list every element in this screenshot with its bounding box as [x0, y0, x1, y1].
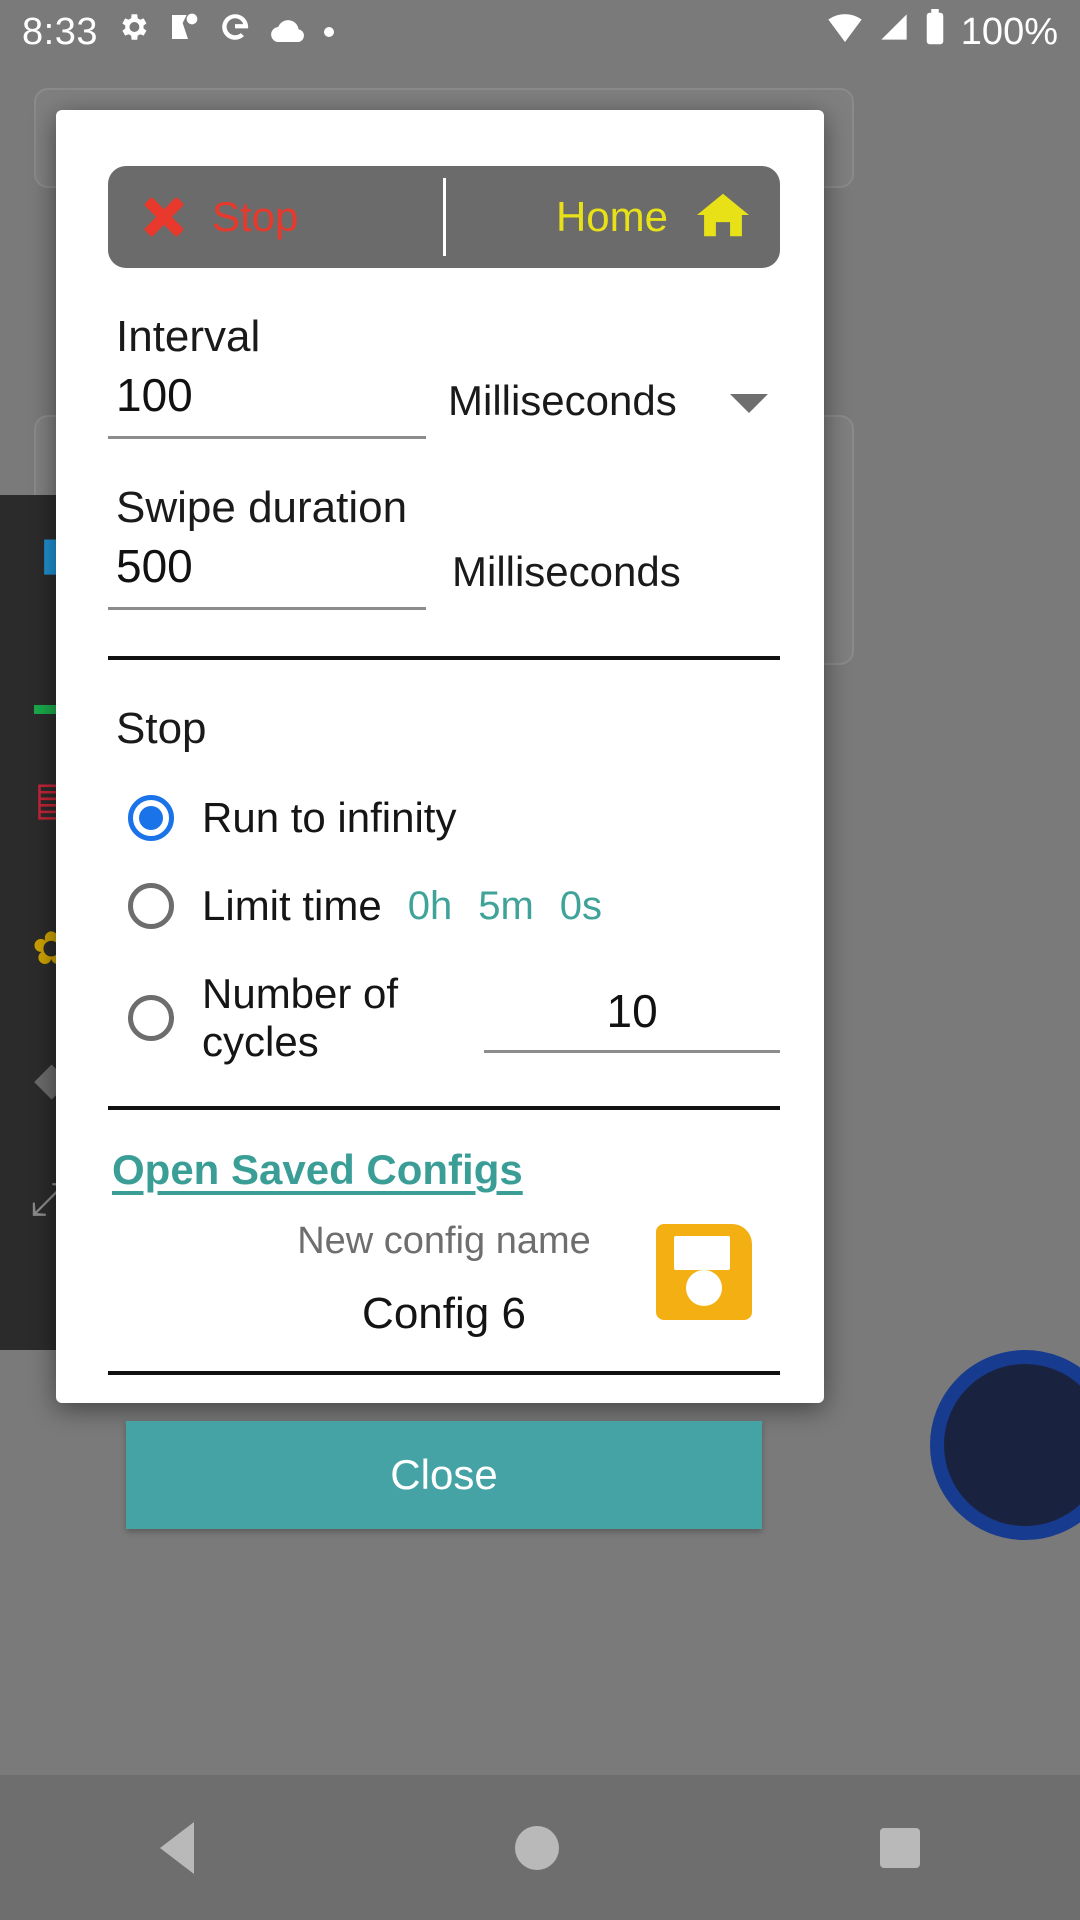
home-icon — [694, 189, 752, 246]
recents-square-icon[interactable] — [879, 1827, 920, 1868]
config-name-block: New config name Config 6 — [108, 1220, 780, 1339]
close-button-wrap: Close — [108, 1375, 780, 1529]
battery-icon — [923, 9, 947, 55]
maps-icon — [168, 10, 200, 54]
status-clock: 8:33 — [22, 10, 98, 53]
radio-label-limit-time: Limit time — [202, 882, 382, 929]
save-floppy-icon[interactable] — [656, 1224, 752, 1320]
swipe-duration-unit-label: Milliseconds — [452, 548, 681, 595]
status-bar: 8:33 100% — [0, 0, 1080, 64]
radio-label-run-to-infinity: Run to infinity — [202, 794, 457, 841]
home-circle-icon[interactable] — [514, 1825, 559, 1870]
cloud-icon — [270, 11, 306, 54]
chevron-down-icon[interactable] — [730, 394, 768, 413]
swipe-duration-label: Swipe duration — [116, 483, 408, 532]
limit-time-hours[interactable]: 0h — [408, 884, 453, 929]
google-g-icon — [218, 10, 252, 54]
screen: ▮ ▬ ▤ ✿ ◆ ⤢ 8:33 — [0, 0, 1080, 1920]
close-button[interactable]: Close — [126, 1421, 762, 1529]
divider-bottom — [108, 1106, 780, 1110]
stop-button[interactable]: Stop — [108, 166, 447, 268]
interval-row: 100 Milliseconds — [108, 368, 780, 439]
swipe-duration-row: 500 Milliseconds — [108, 539, 780, 610]
battery-percent-label: 100% — [960, 10, 1058, 53]
cycles-input[interactable]: 10 — [484, 984, 780, 1053]
background-circle — [930, 1350, 1080, 1540]
wifi-icon — [825, 10, 865, 54]
interval-label: Interval — [116, 312, 261, 361]
save-icon-dot — [686, 1270, 722, 1306]
radio-limit-time[interactable] — [128, 883, 174, 929]
radio-label-number-of-cycles: Number of cycles — [202, 970, 399, 1065]
toolbar-divider — [443, 178, 446, 256]
stop-button-label: Stop — [212, 193, 299, 240]
gear-icon — [116, 10, 150, 54]
divider-top — [108, 656, 780, 660]
limit-time-seconds[interactable]: 0s — [560, 884, 602, 929]
radio-number-of-cycles[interactable] — [128, 995, 174, 1041]
home-button[interactable]: Home — [447, 166, 780, 268]
dialog-toolbar: Stop Home — [108, 166, 780, 268]
interval-input[interactable]: 100 — [108, 368, 426, 439]
radio-row-run-to-infinity[interactable]: Run to infinity — [108, 794, 780, 842]
close-x-icon — [142, 195, 186, 239]
back-triangle-icon[interactable] — [160, 1821, 195, 1874]
settings-dialog: Stop Home Interval 100 Milliseconds Swip… — [56, 110, 824, 1529]
swipe-duration-input[interactable]: 500 — [108, 539, 426, 610]
interval-unit-label[interactable]: Milliseconds — [448, 377, 677, 439]
stop-section-label: Stop — [116, 704, 207, 753]
signal-icon — [875, 10, 913, 54]
radio-row-limit-time[interactable]: Limit time 0h 5m 0s — [108, 882, 780, 930]
limit-time-minutes[interactable]: 5m — [478, 884, 534, 929]
radio-row-number-of-cycles[interactable]: Number of cycles 10 — [108, 970, 780, 1066]
home-button-label: Home — [555, 193, 668, 240]
system-navigation-bar — [0, 1775, 1080, 1920]
save-icon-slot — [674, 1236, 730, 1270]
dot-icon — [323, 27, 334, 37]
radio-run-to-infinity[interactable] — [128, 795, 174, 841]
open-saved-configs-link[interactable]: Open Saved Configs — [112, 1146, 523, 1194]
